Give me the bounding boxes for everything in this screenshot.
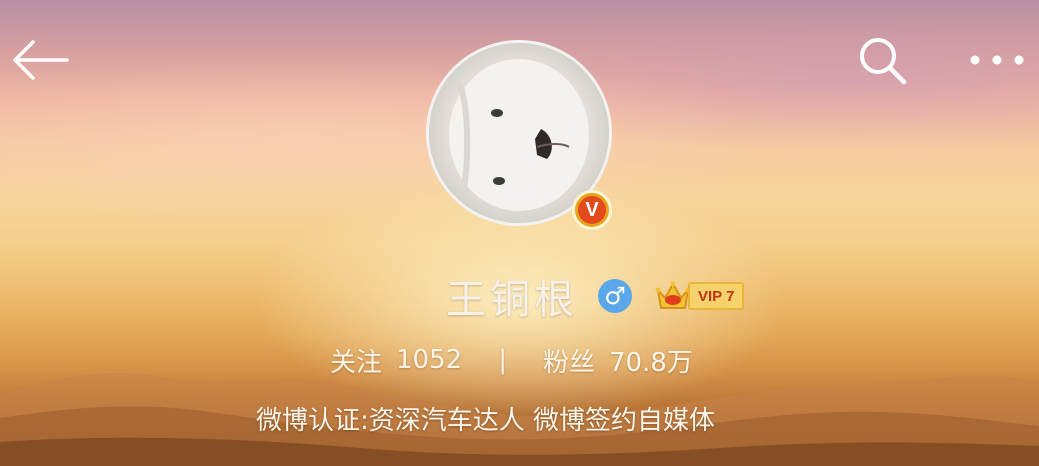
back-arrow-icon [13, 40, 69, 80]
following-label: 关注 [330, 347, 383, 378]
followers-stat[interactable]: 粉丝 70.8万 [543, 342, 693, 379]
name-row: 王铜根 ♂ VIP 7 [446, 268, 745, 324]
back-button[interactable] [8, 34, 72, 86]
male-icon: ♂ [598, 279, 632, 313]
following-stat[interactable]: 关注 1052 [330, 342, 462, 379]
vip-level-label: VIP 7 [688, 282, 745, 310]
followers-label: 粉丝 [542, 347, 595, 378]
crown-icon [654, 279, 692, 313]
stats-separator: | [498, 345, 507, 375]
certification-text: 微博认证:资深汽车达人 微博签约自媒体 [256, 405, 716, 436]
followers-count: 70.8万 [608, 347, 693, 378]
stats-row: 关注 1052 | 粉丝 70.8万 [330, 338, 693, 382]
more-button[interactable] [962, 40, 1032, 80]
following-count: 1052 [396, 345, 463, 375]
more-icon [970, 55, 1024, 65]
profile-name: 王铜根 [446, 277, 578, 323]
search-button[interactable] [852, 32, 914, 88]
avatar-container[interactable]: V [426, 40, 612, 230]
profile-header: V 王铜根 ♂ VIP 7 关注 1052 | 粉丝 70.8万 微博认证:资深… [0, 0, 1039, 466]
verified-mark: V [578, 196, 606, 224]
verified-badge: V [572, 190, 612, 230]
vip-badge[interactable]: VIP 7 [654, 279, 745, 313]
search-icon [860, 38, 907, 85]
